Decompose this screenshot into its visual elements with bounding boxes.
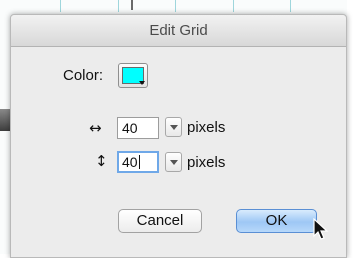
cancel-button[interactable]: Cancel [118, 209, 202, 233]
horizontal-arrows-icon: ↔ [89, 119, 102, 137]
canvas-divider [131, 0, 133, 10]
color-well-button[interactable] [118, 63, 148, 88]
dialog-title: Edit Grid [11, 15, 346, 47]
grid-line [233, 0, 234, 12]
width-unit-dropdown[interactable] [165, 117, 182, 137]
window-edge [347, 0, 353, 254]
edit-grid-dialog: Edit Grid Color: ↔ 40 pixels ↕ 40 pixels… [10, 14, 347, 258]
width-unit-label: pixels [187, 119, 226, 136]
height-unit-label: pixels [187, 154, 226, 171]
dropdown-arrow-icon [139, 81, 145, 85]
height-unit-dropdown[interactable] [165, 152, 182, 172]
color-label: Color: [63, 67, 104, 84]
grid-line [290, 0, 291, 12]
grid-line [118, 0, 119, 12]
grid-height-field[interactable]: 40 [117, 151, 159, 173]
grid-line [175, 0, 176, 12]
chevron-down-icon [170, 160, 178, 165]
ok-button[interactable]: OK [236, 209, 317, 233]
text-cursor [138, 155, 140, 169]
grid-width-field[interactable]: 40 [117, 117, 159, 139]
chevron-down-icon [170, 125, 178, 130]
grid-line [60, 0, 61, 12]
vertical-arrows-icon: ↕ [95, 152, 108, 170]
mouse-pointer-icon [313, 218, 329, 240]
grid-height-value: 40 [122, 154, 138, 170]
